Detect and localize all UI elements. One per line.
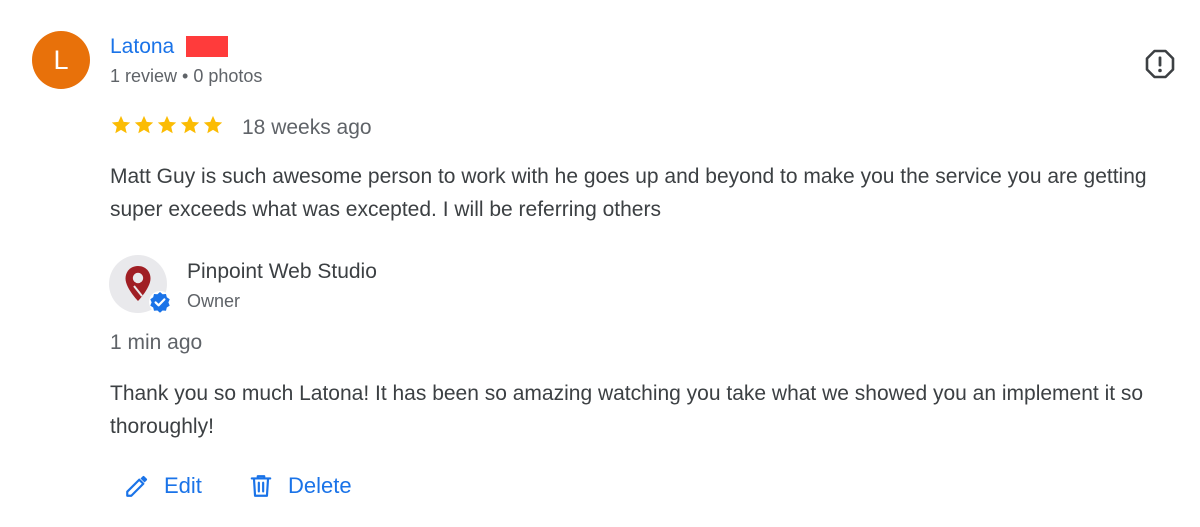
edit-label: Edit	[164, 473, 202, 498]
trash-icon	[250, 475, 272, 497]
reply-text: Thank you so much Latona! It has been so…	[110, 382, 1144, 438]
star-icon	[134, 115, 154, 134]
redaction-box	[186, 36, 228, 57]
reviewer-avatar[interactable]: L	[32, 31, 90, 89]
delete-label: Delete	[288, 473, 352, 498]
star-icon	[180, 115, 200, 134]
report-button[interactable]	[1144, 48, 1176, 80]
delete-button[interactable]: Delete	[248, 470, 352, 502]
reviewer-name[interactable]: Latona	[110, 34, 174, 60]
report-icon	[1145, 49, 1175, 79]
edit-button[interactable]: Edit	[124, 470, 202, 502]
star-icon	[157, 115, 177, 134]
reply-time: 1 min ago	[110, 331, 203, 354]
reviewer-meta: 1 review • 0 photos	[110, 66, 263, 86]
star-icon	[111, 115, 131, 134]
owner-role: Owner	[187, 291, 241, 311]
star-icon	[203, 115, 223, 134]
verified-badge-icon	[148, 290, 172, 314]
star-rating	[110, 114, 224, 136]
pencil-icon	[126, 475, 148, 497]
owner-name[interactable]: Pinpoint Web Studio	[187, 258, 377, 286]
review-text: Matt Guy is such awesome person to work …	[110, 165, 1147, 221]
review-card: L Latona 1 review • 0 photos 18 weeks ag…	[0, 0, 1200, 527]
review-time: 18 weeks ago	[242, 116, 372, 139]
